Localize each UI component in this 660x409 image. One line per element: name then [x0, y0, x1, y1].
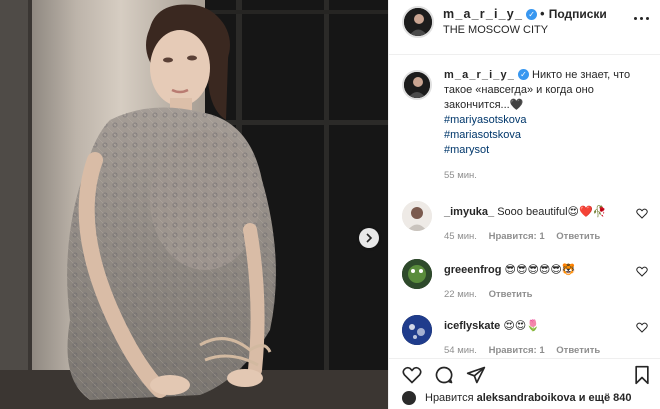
commenter-avatar[interactable] [402, 259, 432, 289]
comment-meta: 54 мин. Нравится: 1 Ответить [444, 345, 609, 356]
author-username[interactable]: m_a_r_i_y_ [443, 7, 523, 21]
reply-button[interactable]: Ответить [556, 231, 600, 242]
post-photo[interactable] [0, 0, 388, 409]
caption-body: m_a_r_i_y_ ✓ Никто не знает, что такое «н… [444, 68, 637, 158]
comment-icon[interactable] [434, 365, 454, 385]
likes-prefix: Нравится [425, 392, 477, 404]
commenter-avatar-image [402, 315, 432, 345]
more-options-icon[interactable] [630, 10, 652, 26]
hashtag-link[interactable]: #mariasotskova [444, 128, 637, 143]
verified-badge-icon: ✓ [517, 69, 529, 80]
author-avatar-image [404, 8, 432, 36]
comment-text: Sooo beautiful😍❤️🥀 [497, 206, 607, 218]
caption-avatar-image [404, 72, 430, 98]
share-icon[interactable] [466, 365, 486, 385]
comment-text: 😎😎😎😎😎🐯 [504, 264, 576, 276]
commenter-avatar[interactable] [402, 315, 432, 345]
verified-badge-icon: ✓ [526, 9, 538, 20]
reply-button[interactable]: Ответить [489, 289, 533, 300]
author-avatar[interactable] [402, 6, 434, 38]
heart-icon[interactable] [636, 208, 648, 219]
likes-summary: Нравится aleksandraboikova и ещё 840 [389, 388, 660, 409]
commenter-avatar-image [402, 259, 432, 289]
comment-username[interactable]: greeenfrog [444, 264, 501, 276]
reply-button[interactable]: Ответить [556, 345, 600, 356]
comment-time[interactable]: 22 мин. [444, 289, 477, 300]
comment-body: _imyuka_ Sooo beautiful😍❤️🥀 [444, 205, 637, 220]
post-header: m_a_r_i_y_ ✓ • Подписки THE MOSCOW CITY [389, 0, 660, 55]
post-photo-image [0, 0, 388, 409]
comment-likes[interactable]: Нравится: 1 [489, 231, 545, 242]
post-location[interactable]: THE MOSCOW CITY [443, 24, 548, 36]
heart-icon[interactable] [636, 322, 648, 333]
bookmark-icon[interactable] [632, 365, 652, 385]
comment-text: 😍😍🌷 [503, 320, 540, 332]
liker-username[interactable]: aleksandraboikova [477, 392, 576, 404]
comment-body: greeenfrog 😎😎😎😎😎🐯 [444, 263, 637, 278]
likes-count[interactable]: и ещё 840 [576, 392, 632, 404]
hashtag-link[interactable]: #mariyasotskova [444, 113, 637, 128]
liker-avatar[interactable] [401, 390, 417, 406]
comment-time[interactable]: 45 мин. [444, 231, 477, 242]
comment-likes[interactable]: Нравится: 1 [489, 345, 545, 356]
caption-username[interactable]: m_a_r_i_y_ [444, 69, 515, 81]
comment-username[interactable]: iceflyskate [444, 320, 500, 332]
comments-list[interactable]: m_a_r_i_y_ ✓ Никто не знает, что такое «н… [389, 56, 660, 358]
comment-time[interactable]: 54 мин. [444, 345, 477, 356]
caption-meta: 55 мин. [444, 170, 486, 181]
heart-icon[interactable] [636, 266, 648, 277]
chevron-right-icon [366, 233, 373, 243]
comment-username[interactable]: _imyuka_ [444, 206, 494, 218]
comment-meta: 45 мин. Нравится: 1 Ответить [444, 231, 609, 242]
separator-dot: • [540, 7, 546, 21]
comment-body: iceflyskate 😍😍🌷 [444, 319, 637, 334]
heart-icon[interactable] [402, 365, 422, 385]
comment-meta: 22 мин. Ответить [444, 289, 541, 300]
hashtag-link[interactable]: #marysot [444, 143, 637, 158]
likes-text: Нравится aleksandraboikova и ещё 840 [425, 392, 631, 404]
commenter-avatar-image [402, 201, 432, 231]
commenter-avatar[interactable] [402, 201, 432, 231]
caption-avatar[interactable] [402, 70, 432, 100]
post-side-panel: m_a_r_i_y_ ✓ • Подписки THE MOSCOW CITY m_a… [388, 0, 660, 409]
caption-time[interactable]: 55 мин. [444, 170, 477, 181]
post-action-bar [389, 358, 660, 386]
following-button[interactable]: Подписки [549, 7, 607, 21]
author-line: m_a_r_i_y_ ✓ • Подписки [443, 7, 607, 21]
carousel-next-button[interactable] [359, 228, 379, 248]
